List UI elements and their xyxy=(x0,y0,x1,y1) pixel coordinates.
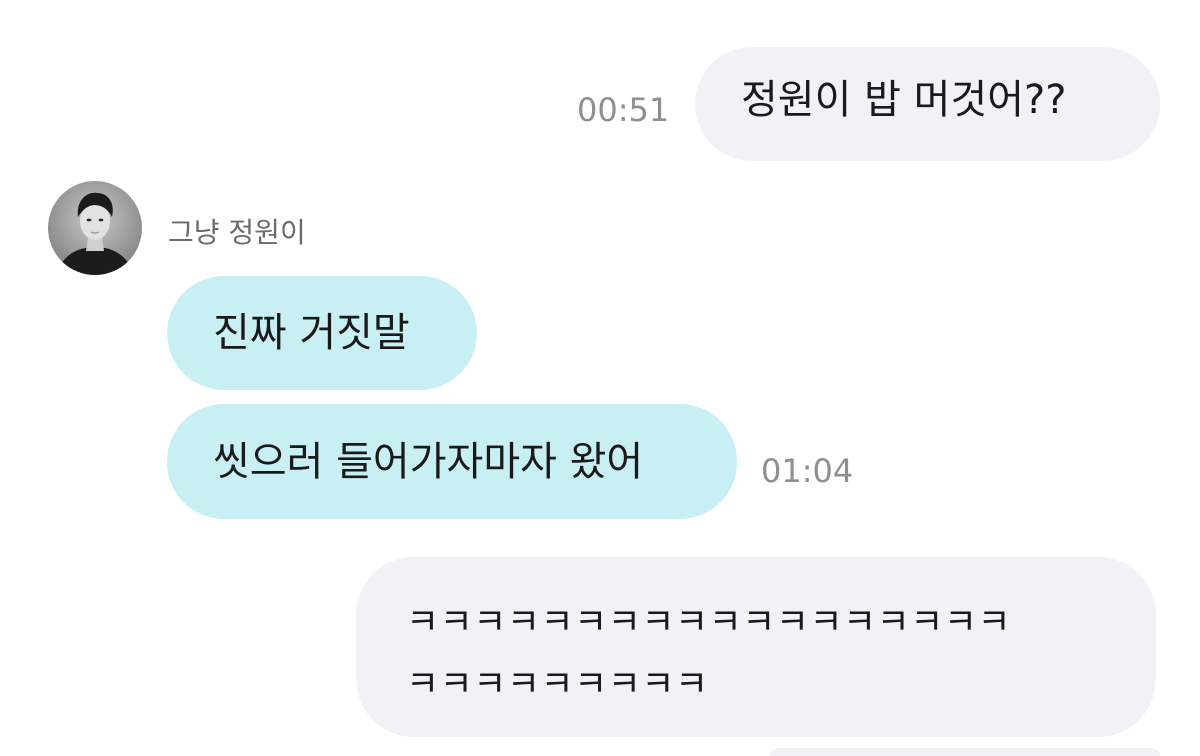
contact-avatar[interactable] xyxy=(48,181,142,275)
message-timestamp: 01:04 xyxy=(761,452,854,490)
message-text: 정원이 밥 머것어?? xyxy=(741,77,1067,123)
message-text: 진짜 거짓말 xyxy=(213,310,410,356)
message-text-line: ㅋㅋㅋㅋㅋㅋㅋㅋㅋ xyxy=(406,664,709,705)
message-text: 씻으러 들어가자마자 왔어 xyxy=(213,439,644,485)
message-text-line: ㅋㅋㅋㅋㅋㅋㅋㅋㅋㅋㅋㅋㅋㅋㅋㅋㅋㅋ xyxy=(406,602,1012,643)
incoming-message-bubble[interactable]: 씻으러 들어가자마자 왔어 xyxy=(167,404,737,519)
outgoing-message-bubble[interactable]: 정원이 밥 머것어?? xyxy=(695,47,1160,161)
message-timestamp: 00:51 xyxy=(577,91,670,129)
sender-name: 그냥 정원이 xyxy=(168,216,306,249)
outgoing-message-bubble[interactable]: ㅋㅋㅋㅋㅋㅋㅋㅋㅋㅋㅋㅋㅋㅋㅋㅋㅋㅋ ㅋㅋㅋㅋㅋㅋㅋㅋㅋ xyxy=(356,557,1156,737)
profile-photo-icon xyxy=(48,181,142,275)
outgoing-message-bubble[interactable] xyxy=(770,748,1160,756)
incoming-message-bubble[interactable]: 진짜 거짓말 xyxy=(167,276,477,390)
